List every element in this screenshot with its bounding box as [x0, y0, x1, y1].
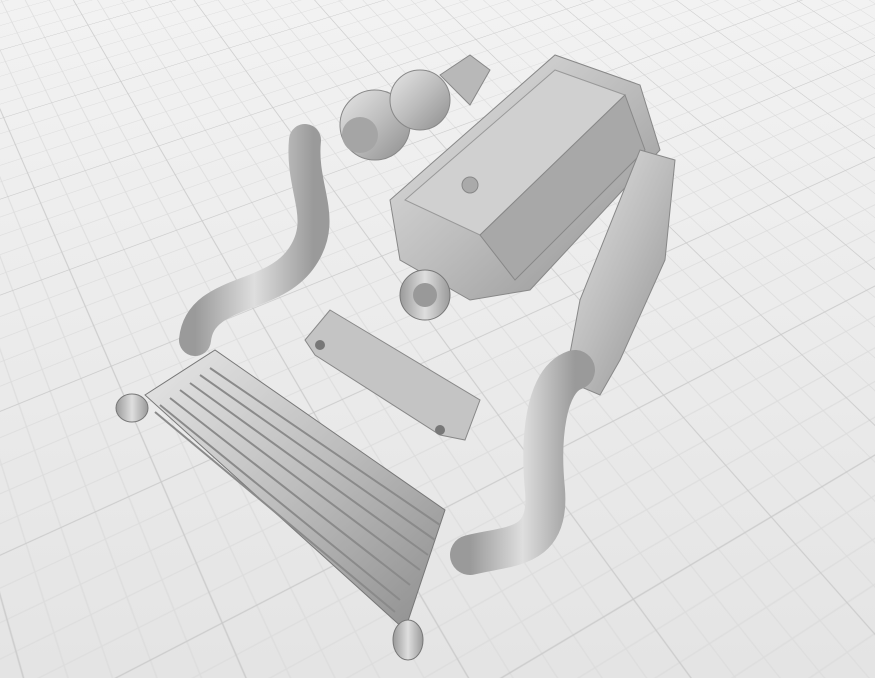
model-scene [115, 54, 676, 661]
bracket[interactable] [304, 309, 481, 441]
intake-pipe[interactable] [179, 124, 330, 356]
intercooler-pipe[interactable] [450, 350, 595, 575]
3d-viewport[interactable] [0, 0, 875, 678]
